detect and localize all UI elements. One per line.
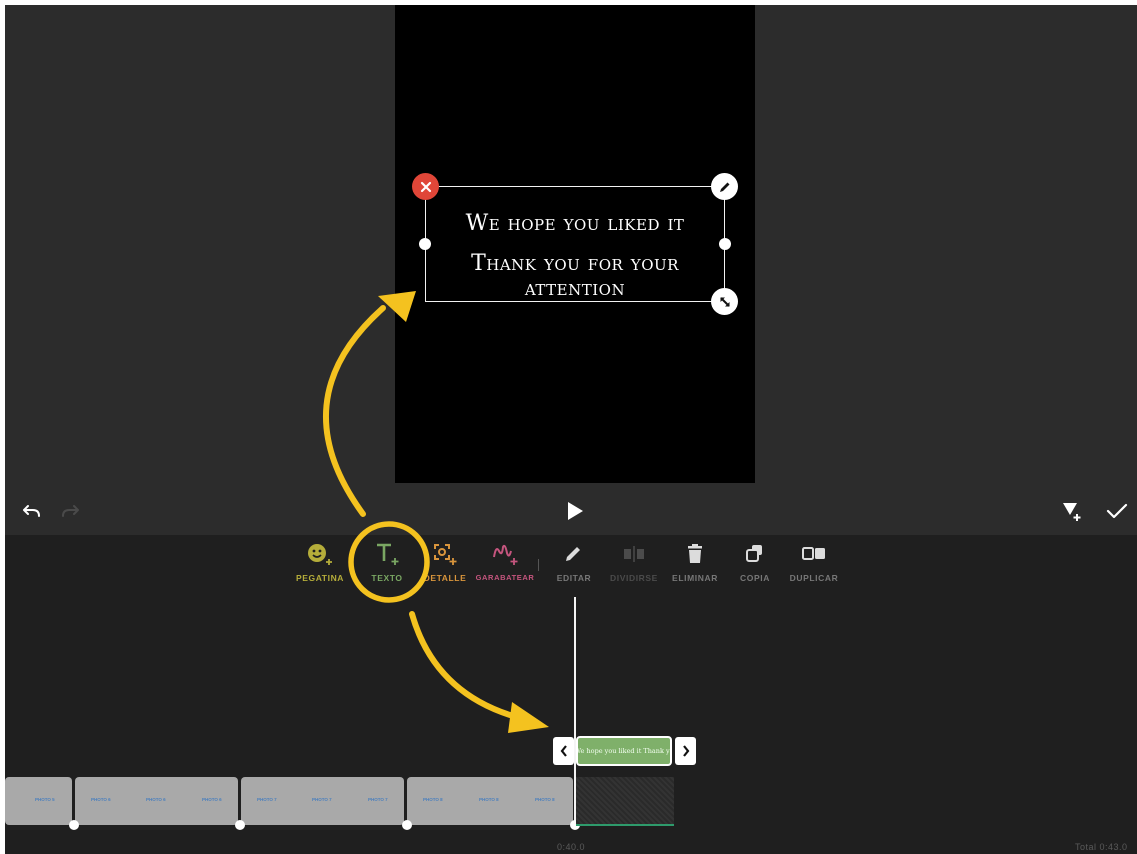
current-time: 0:40.0: [557, 842, 586, 852]
delete-tool-button[interactable]: ELIMINAR: [663, 541, 727, 591]
chevron-right-icon: [682, 745, 689, 757]
chevron-left-icon: [560, 745, 567, 757]
photo-clip[interactable]: PHOTO 6 PHOTO 6 PHOTO 6: [75, 777, 238, 825]
duplicate-tool-button[interactable]: DUPLICAR: [782, 541, 846, 591]
trim-right-handle[interactable]: [675, 737, 696, 765]
scale-overlay-button[interactable]: [711, 288, 738, 315]
transition-button[interactable]: [402, 820, 412, 830]
done-button[interactable]: [1103, 497, 1131, 525]
photo-label: PHOTO 6: [91, 797, 111, 802]
audio-track-line: [576, 824, 674, 826]
sticker-tool-button[interactable]: PEGATINA: [288, 541, 352, 591]
copy-icon: [740, 541, 770, 567]
photo-label: PHOTO 7: [257, 797, 277, 802]
transition-button[interactable]: [235, 820, 245, 830]
tool-label: ELIMINAR: [672, 573, 718, 583]
text-clip-label: We hope you liked it Thank yo: [576, 747, 672, 755]
tool-label: DIVIDIRSE: [610, 573, 658, 583]
video-preview[interactable]: We hope you liked it Thank you for your …: [395, 5, 755, 483]
overlay-line-1: We hope you liked it: [465, 211, 685, 236]
tool-label: PEGATINA: [295, 573, 345, 583]
resize-arrow-icon: [719, 296, 730, 307]
tool-label: TEXTO: [371, 573, 403, 583]
total-time: Total 0:43.0: [1075, 842, 1128, 852]
marker-add-icon: [1063, 503, 1081, 521]
photo-label: PHOTO 7: [312, 797, 332, 802]
photo-label: PHOTO 8: [423, 797, 443, 802]
resize-handle-left[interactable]: [419, 238, 431, 250]
detail-add-icon: [430, 541, 460, 567]
text-clip[interactable]: We hope you liked it Thank yo: [576, 736, 672, 766]
tool-label: DUPLICAR: [789, 573, 839, 583]
play-button[interactable]: [562, 497, 588, 525]
tool-label: DETALLE: [423, 573, 467, 583]
video-editor: We hope you liked it Thank you for your …: [5, 5, 1137, 854]
transition-button[interactable]: [69, 820, 79, 830]
photo-clip[interactable]: PHOTO 7 PHOTO 7 PHOTO 7: [241, 777, 404, 825]
close-icon: [420, 181, 431, 192]
undo-button[interactable]: [19, 498, 45, 524]
redo-icon: [62, 505, 79, 517]
empty-track-region: [576, 777, 674, 825]
tool-label: EDITAR: [556, 573, 592, 583]
redo-button[interactable]: [57, 498, 83, 524]
delete-overlay-button[interactable]: [412, 173, 439, 200]
checkmark-icon: [1106, 503, 1128, 519]
add-marker-button[interactable]: [1059, 497, 1087, 525]
photo-label: PHOTO 6: [146, 797, 166, 802]
photo-clip[interactable]: PHOTO 8 PHOTO 8 PHOTO 8: [407, 777, 573, 825]
tool-label: COPIA: [740, 573, 770, 583]
duplicate-icon: [799, 541, 829, 567]
resize-handle-right[interactable]: [719, 238, 731, 250]
tool-label: GARABATEAR: [475, 573, 535, 582]
photo-label: PHOTO 5: [35, 797, 55, 802]
edit-tool-button[interactable]: EDITAR: [542, 541, 606, 591]
play-icon: [568, 502, 583, 520]
split-tool-button: DIVIDIRSE: [602, 541, 666, 591]
text-add-icon: [372, 541, 402, 567]
trash-icon: [680, 541, 710, 567]
text-overlay[interactable]: We hope you liked it Thank you for your …: [412, 173, 738, 315]
pencil-icon: [719, 182, 729, 192]
detail-tool-button[interactable]: DETALLE: [413, 541, 477, 591]
toolbar-divider: [538, 559, 539, 571]
overlay-line-2: Thank you for your attention: [471, 251, 679, 301]
doodle-add-icon: [490, 541, 520, 567]
doodle-tool-button[interactable]: GARABATEAR: [473, 541, 537, 591]
sticker-add-icon: [305, 541, 335, 567]
photo-clip[interactable]: PHOTO 5: [5, 777, 72, 825]
pencil-icon: [559, 541, 589, 567]
split-icon: [619, 541, 649, 567]
trim-left-handle[interactable]: [553, 737, 574, 765]
edit-overlay-button[interactable]: [711, 173, 738, 200]
photo-label: PHOTO 6: [202, 797, 222, 802]
copy-tool-button[interactable]: COPIA: [723, 541, 787, 591]
undo-icon: [23, 505, 40, 517]
photo-label: PHOTO 8: [535, 797, 555, 802]
photo-label: PHOTO 8: [479, 797, 499, 802]
photo-label: PHOTO 7: [368, 797, 388, 802]
text-tool-button[interactable]: TEXTO: [355, 541, 419, 591]
